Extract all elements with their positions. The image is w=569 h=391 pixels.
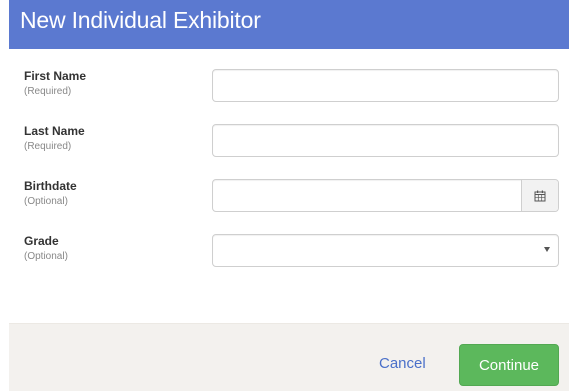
birthdate-label: Birthdate <box>24 179 77 193</box>
last-name-row: Last Name (Required) <box>9 124 569 164</box>
last-name-field-frame <box>212 124 559 157</box>
first-name-field-frame <box>212 69 559 102</box>
first-name-label-block: First Name (Required) <box>24 69 86 99</box>
birthdate-input[interactable] <box>213 180 521 211</box>
caret-down-icon <box>544 247 550 252</box>
calendar-button[interactable] <box>521 180 558 211</box>
grade-select[interactable] <box>212 234 559 267</box>
grade-label-block: Grade (Optional) <box>24 234 68 264</box>
grade-row: Grade (Optional) <box>9 234 569 274</box>
grade-label: Grade <box>24 234 59 248</box>
calendar-icon <box>534 190 546 201</box>
first-name-requirement: (Required) <box>24 86 72 97</box>
first-name-input[interactable] <box>213 70 558 101</box>
birthdate-requirement: (Optional) <box>24 196 68 207</box>
last-name-label-block: Last Name (Required) <box>24 124 85 154</box>
dialog-header: New Individual Exhibitor <box>9 0 569 49</box>
birthdate-label-block: Birthdate (Optional) <box>24 179 77 209</box>
new-exhibitor-dialog: New Individual Exhibitor First Name (Req… <box>9 0 569 391</box>
grade-requirement: (Optional) <box>24 251 68 262</box>
dialog-title: New Individual Exhibitor <box>20 7 261 33</box>
continue-button[interactable]: Continue <box>459 344 559 386</box>
cancel-button[interactable]: Cancel <box>379 355 426 372</box>
birthdate-row: Birthdate (Optional) <box>9 179 569 219</box>
last-name-label: Last Name <box>24 124 85 138</box>
first-name-row: First Name (Required) <box>9 69 569 109</box>
birthdate-field-frame <box>212 179 559 212</box>
last-name-requirement: (Required) <box>24 141 72 152</box>
last-name-input[interactable] <box>213 125 558 156</box>
dialog-footer: Cancel Continue <box>9 323 569 391</box>
first-name-label: First Name <box>24 69 87 83</box>
